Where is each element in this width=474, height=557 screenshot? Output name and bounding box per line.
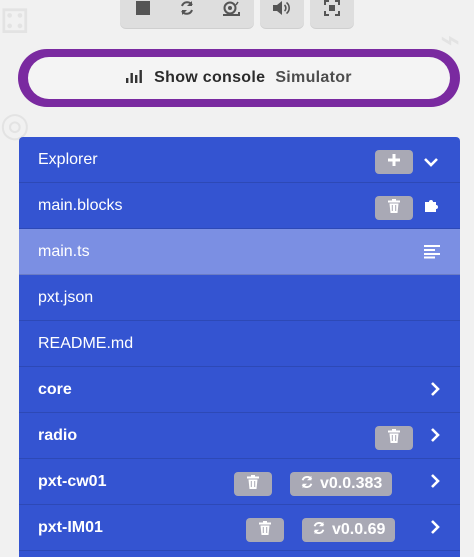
delete-file-button[interactable] <box>375 196 413 220</box>
chevron-right-icon <box>430 520 440 539</box>
package-item-pxt-cw01[interactable]: pxt-cw01 v0.0.383 <box>19 459 460 505</box>
trash-icon <box>388 198 400 218</box>
file-item-readme[interactable]: README.md <box>19 321 460 367</box>
chevron-right-icon <box>430 382 440 401</box>
chevron-down-icon[interactable] <box>424 154 438 172</box>
delete-package-button[interactable] <box>375 426 413 450</box>
file-item-main-blocks[interactable]: main.blocks <box>19 183 460 229</box>
package-item-radio[interactable]: radio <box>19 413 460 459</box>
refresh-icon <box>300 475 314 494</box>
delete-package-button[interactable] <box>246 518 284 542</box>
stop-button[interactable] <box>121 0 165 22</box>
fullscreen-icon <box>324 0 340 16</box>
chevron-right-icon <box>430 428 440 447</box>
text-align-left-icon <box>424 245 440 263</box>
mute-button[interactable] <box>260 0 304 22</box>
package-item-core[interactable]: core <box>19 367 460 413</box>
chevron-right-icon <box>430 474 440 493</box>
show-console-label: Show console <box>154 69 266 86</box>
fullscreen-button[interactable] <box>310 0 354 22</box>
plus-icon <box>387 153 401 172</box>
add-file-button[interactable] <box>375 150 413 174</box>
package-name: core <box>38 381 72 398</box>
show-console-sublabel: Simulator <box>275 69 352 86</box>
restart-button[interactable] <box>165 0 209 22</box>
bar-chart-icon <box>126 69 144 88</box>
trash-icon <box>388 428 400 448</box>
file-item-pxt-json[interactable]: pxt.json <box>19 275 460 321</box>
file-name: main.ts <box>38 243 90 260</box>
stop-icon <box>136 1 150 15</box>
toolbar-group-sound <box>260 0 304 28</box>
package-name: radio <box>38 427 78 444</box>
explorer-header[interactable]: Explorer <box>19 137 460 183</box>
show-console-button[interactable]: Show console Simulator <box>28 57 450 99</box>
explorer-title: Explorer <box>38 151 98 168</box>
package-name: pxt-cw01 <box>38 473 107 490</box>
mute-icon <box>273 1 291 15</box>
toolbar-group-fullscreen <box>310 0 354 28</box>
file-name: pxt.json <box>38 289 94 306</box>
update-package-button[interactable]: v0.0.383 <box>290 472 393 496</box>
delete-package-button[interactable] <box>234 472 272 496</box>
simulator-toolbar <box>0 0 474 30</box>
file-name: README.md <box>38 335 134 352</box>
toolbar-group-main <box>120 0 254 28</box>
restart-icon <box>179 0 195 16</box>
package-name: pxt-IM01 <box>38 519 103 536</box>
package-item-pxt-im01[interactable]: pxt-IM01 v0.0.69 <box>19 505 460 551</box>
package-version: v0.0.383 <box>320 475 383 492</box>
package-version: v0.0.69 <box>332 521 386 538</box>
puzzle-icon <box>425 198 439 217</box>
update-package-button[interactable]: v0.0.69 <box>302 518 396 542</box>
file-name: main.blocks <box>38 197 123 214</box>
explorer-panel: Explorer main.blocks main.ts pxt.json RE… <box>19 137 460 557</box>
slow-motion-icon <box>222 1 240 16</box>
file-item-main-ts[interactable]: main.ts <box>19 229 460 275</box>
trash-icon <box>247 474 259 494</box>
show-console-frame: Show console Simulator <box>18 49 460 107</box>
slow-motion-button[interactable] <box>209 0 253 22</box>
